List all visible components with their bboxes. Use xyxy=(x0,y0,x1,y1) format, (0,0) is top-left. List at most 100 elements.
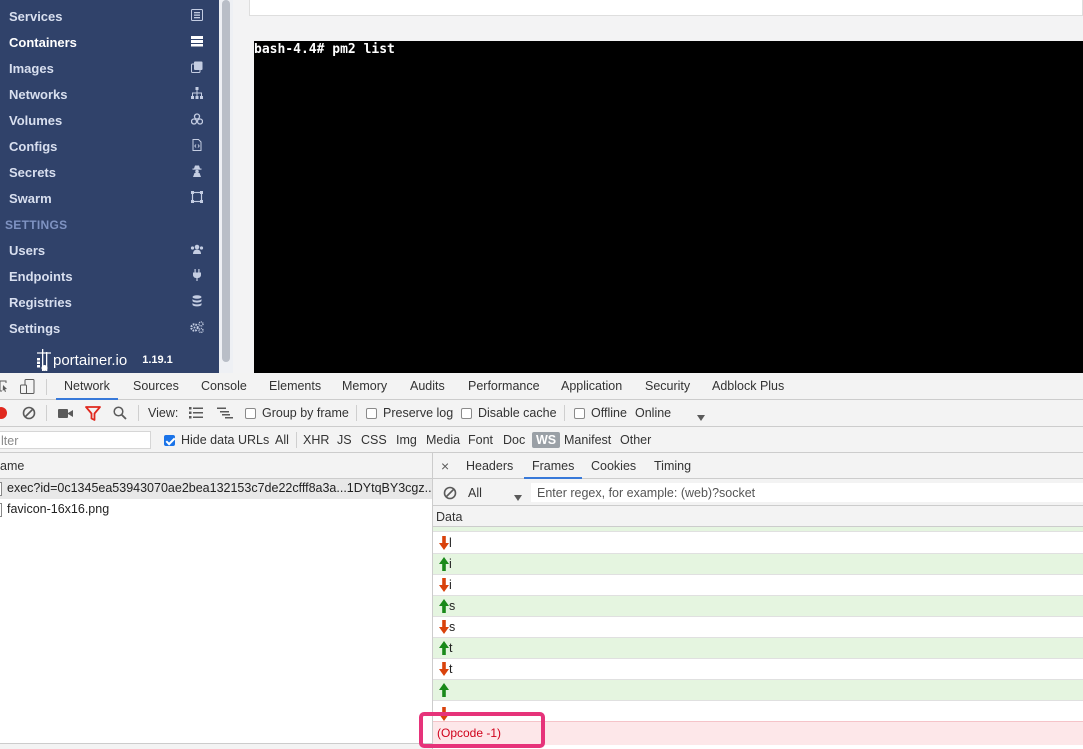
frame-row-received[interactable]: i xyxy=(433,575,1083,596)
tab-memory[interactable]: Memory xyxy=(342,373,387,400)
filter-type-manifest[interactable]: Manifest xyxy=(564,427,611,453)
tab-console[interactable]: Console xyxy=(201,373,247,400)
large-rows-icon[interactable] xyxy=(189,407,203,419)
brand[interactable]: portainer.io 1.19.1 xyxy=(36,349,173,371)
sidebar-item-label: Registries xyxy=(9,294,72,310)
preserve-log-checkbox[interactable] xyxy=(366,408,377,419)
chevron-down-icon[interactable] xyxy=(514,490,522,501)
version-label: 1.19.1 xyxy=(142,354,173,366)
database-icon xyxy=(190,295,204,309)
detail-tab-cookies[interactable]: Cookies xyxy=(591,453,636,479)
frame-data: i xyxy=(449,557,452,571)
filter-type-media[interactable]: Media xyxy=(426,427,460,453)
sidebar-item-registries[interactable]: Registries xyxy=(0,289,219,315)
clear-frames-icon[interactable] xyxy=(443,486,457,500)
close-icon[interactable]: × xyxy=(441,458,449,474)
sidebar-item-secrets[interactable]: Secrets xyxy=(0,159,219,185)
group-by-frame-label: Group by frame xyxy=(262,406,349,420)
sidebar-item-label: Users xyxy=(9,242,46,258)
sidebar: Services Containers Images Networks Volu… xyxy=(0,0,219,373)
filter-type-font[interactable]: Font xyxy=(468,427,493,453)
waterfall-icon[interactable] xyxy=(217,407,233,419)
object-group-icon xyxy=(190,191,204,205)
sidebar-item-swarm[interactable]: Swarm xyxy=(0,185,219,211)
sidebar-scrollbar-thumb[interactable] xyxy=(222,0,230,362)
filter-type-other[interactable]: Other xyxy=(620,427,651,453)
sidebar-item-images[interactable]: Images xyxy=(0,55,219,81)
frames-regex-input[interactable]: Enter regex, for example: (web)?socket xyxy=(531,483,1083,502)
filter-type-doc[interactable]: Doc xyxy=(503,427,525,453)
tab-audits[interactable]: Audits xyxy=(410,373,445,400)
users-icon xyxy=(190,243,204,257)
sidebar-item-settings[interactable]: Settings xyxy=(0,315,219,341)
sidebar-item-services[interactable]: Services xyxy=(0,3,219,29)
filter-type-img[interactable]: Img xyxy=(396,427,417,453)
sidebar-item-networks[interactable]: Networks xyxy=(0,81,219,107)
sidebar-item-configs[interactable]: Configs xyxy=(0,133,219,159)
plug-icon xyxy=(190,269,204,283)
screenshot-camera-icon[interactable] xyxy=(58,408,74,419)
list-icon xyxy=(190,9,204,23)
frame-row-received[interactable]: s xyxy=(433,617,1083,638)
portainer-logo-icon xyxy=(36,349,52,371)
frame-row-sent[interactable] xyxy=(433,680,1083,701)
tab-elements[interactable]: Elements xyxy=(269,373,321,400)
request-name: favicon-16x16.png xyxy=(7,502,110,516)
sidebar-item-users[interactable]: Users xyxy=(0,237,219,263)
frame-row-received[interactable]: t xyxy=(433,659,1083,680)
filter-type-xhr[interactable]: XHR xyxy=(303,427,329,453)
throttling-select[interactable]: Online xyxy=(635,406,671,420)
clear-icon[interactable] xyxy=(22,406,36,420)
user-secret-icon xyxy=(190,165,204,179)
filter-icon[interactable] xyxy=(85,406,101,421)
frame-row-sent[interactable]: s xyxy=(433,596,1083,617)
frame-data: s xyxy=(449,620,456,634)
search-icon[interactable] xyxy=(113,406,127,420)
record-icon[interactable] xyxy=(0,407,7,419)
sidebar-item-volumes[interactable]: Volumes xyxy=(0,107,219,133)
tab-sources[interactable]: Sources xyxy=(133,373,179,400)
frame-row-sent[interactable]: t xyxy=(433,638,1083,659)
terminal-prompt-line: bash-4.4# pm2 list xyxy=(254,42,395,57)
inspect-element-icon[interactable] xyxy=(0,380,8,393)
filter-type-css[interactable]: CSS xyxy=(361,427,387,453)
filter-type-js[interactable]: JS xyxy=(337,427,352,453)
detail-tab-frames[interactable]: Frames xyxy=(524,453,583,479)
frame-row-received[interactable]: l xyxy=(433,533,1083,554)
filter-input[interactable]: lter xyxy=(0,431,151,449)
sitemap-icon xyxy=(190,87,204,101)
separator xyxy=(138,405,139,421)
data-column-header[interactable]: Data xyxy=(436,510,462,524)
arrow-down-icon xyxy=(439,578,449,592)
tab-network[interactable]: Network xyxy=(56,373,118,400)
status-bar xyxy=(0,743,432,749)
frame-data: s xyxy=(449,599,456,613)
tab-adblock-plus[interactable]: Adblock Plus xyxy=(712,373,784,400)
chevron-down-icon[interactable] xyxy=(697,410,705,421)
frames-type-select[interactable]: All xyxy=(468,486,482,500)
request-row[interactable]: favicon-16x16.png xyxy=(0,500,432,520)
detail-tab-timing[interactable]: Timing xyxy=(654,453,691,479)
sidebar-item-label: Swarm xyxy=(9,190,52,206)
name-column-header[interactable]: ame xyxy=(0,459,24,473)
filter-type-all[interactable]: All xyxy=(275,427,289,453)
device-toolbar-icon[interactable] xyxy=(20,379,35,394)
frames-table-header: Data xyxy=(433,506,1083,527)
tab-security[interactable]: Security xyxy=(645,373,690,400)
sidebar-item-endpoints[interactable]: Endpoints xyxy=(0,263,219,289)
disable-cache-checkbox[interactable] xyxy=(461,408,472,419)
frame-data: i xyxy=(449,578,452,592)
hide-data-urls-checkbox[interactable] xyxy=(164,435,175,446)
offline-checkbox[interactable] xyxy=(574,408,585,419)
filter-type-ws[interactable]: WS xyxy=(532,432,561,448)
frame-row-sent[interactable]: i xyxy=(433,554,1083,575)
tab-performance[interactable]: Performance xyxy=(468,373,540,400)
group-by-frame-checkbox[interactable] xyxy=(245,408,256,419)
tab-application[interactable]: Application xyxy=(561,373,622,400)
detail-tab-headers[interactable]: Headers xyxy=(466,453,513,479)
request-row[interactable]: exec?id=0c1345ea53943070ae2bea132153c7de… xyxy=(0,479,432,499)
frame-data: t xyxy=(449,662,453,676)
devtools-tab-bar: Network Sources Console Elements Memory … xyxy=(0,373,1083,400)
console-terminal[interactable]: bash-4.4# pm2 list xyxy=(254,41,1083,373)
sidebar-item-containers[interactable]: Containers xyxy=(0,29,219,55)
